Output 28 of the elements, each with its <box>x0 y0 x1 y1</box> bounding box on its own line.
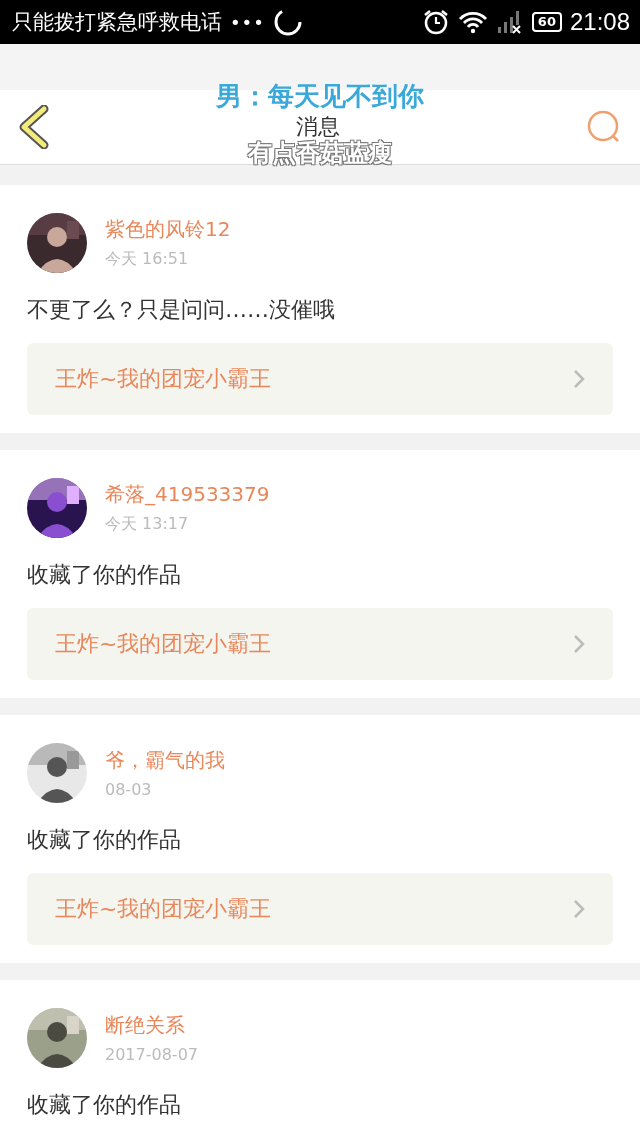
signal-icon <box>495 9 524 35</box>
lyrics-line: 男：每天见不到你 <box>216 82 424 110</box>
lyrics-line: 有点香菇蓝瘦 <box>248 140 392 166</box>
chevron-icon <box>573 899 585 919</box>
message-text: 不更了么？只是问问……没催哦 <box>27 296 336 324</box>
message-time: 2017-08-07 <box>105 1045 198 1064</box>
clock-text: 21:08 <box>569 8 630 36</box>
message-time: 今天 13:17 <box>105 514 190 535</box>
page-title: 消息 <box>296 115 340 139</box>
battery-indicator: 60 <box>531 12 562 32</box>
message-time: 08-03 <box>105 780 153 799</box>
message-text: 收藏了你的作品 <box>27 826 182 854</box>
message-text: 收藏了你的作品 <box>27 1091 182 1119</box>
chevron-icon <box>573 634 585 654</box>
chevron-icon <box>573 369 585 389</box>
back-icon[interactable] <box>18 105 50 149</box>
more-indicator: ••• <box>230 11 265 33</box>
wifi-icon <box>457 10 488 34</box>
message-text: 收藏了你的作品 <box>27 561 182 589</box>
user-name[interactable]: 希落_419533379 <box>105 481 270 508</box>
work-link[interactable]: 王炸~我的团宠小霸王 <box>27 608 613 680</box>
work-link[interactable]: 王炸~我的团宠小霸王 <box>27 873 613 945</box>
user-name[interactable]: 紫色的风铃12 <box>105 216 231 243</box>
message-time: 今天 16:51 <box>105 249 190 270</box>
user-name[interactable]: 断绝关系 <box>105 1012 198 1039</box>
work-link[interactable]: 王炸~我的团宠小霸王 <box>27 343 613 415</box>
status-text: 只能拨打紧急呼救电话 <box>12 9 222 36</box>
user-name[interactable]: 爷，霸气的我 <box>105 747 225 774</box>
